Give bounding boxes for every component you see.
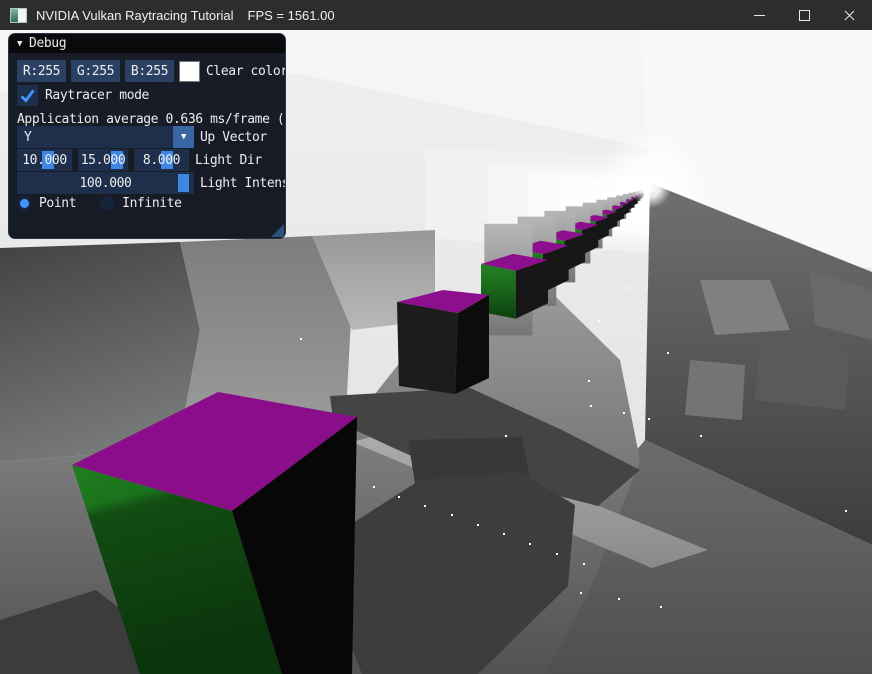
- blue-button[interactable]: B:255: [125, 60, 174, 82]
- up-vector-label: Up Vector: [200, 130, 267, 145]
- panel-header[interactable]: ▼ Debug: [9, 34, 285, 53]
- stats-text: Application average 0.636 ms/frame (15: [17, 112, 286, 127]
- infinite-label: Infinite: [122, 196, 181, 211]
- light-intensity-label: Light Intens: [200, 176, 286, 191]
- checkmark-icon: [19, 87, 36, 104]
- title-bar: NVIDIA Vulkan Raytracing Tutorial FPS = …: [0, 0, 872, 30]
- light-intensity-row: 100.000 Light Intens: [17, 172, 286, 194]
- point-label: Point: [39, 196, 76, 211]
- color-swatch[interactable]: [179, 61, 200, 82]
- green-button[interactable]: G:255: [71, 60, 120, 82]
- panel-title: Debug: [29, 36, 66, 51]
- close-button[interactable]: [827, 0, 872, 30]
- raytracer-row: Raytracer mode: [17, 85, 149, 106]
- fps-counter: FPS = 1561.00: [248, 8, 335, 23]
- clear-color-row: R:255 G:255 B:255 Clear color: [17, 60, 286, 82]
- radio-selected-dot: [20, 199, 29, 208]
- minimize-button[interactable]: [737, 0, 782, 30]
- up-vector-row: Y ▼ Up Vector: [17, 126, 267, 148]
- medium-cube: [397, 290, 489, 394]
- debug-panel: ▼ Debug R:255 G:255 B:255 Clear color Ra…: [8, 33, 286, 239]
- light-dir-field-z[interactable]: 8.000: [134, 149, 189, 171]
- slider-grab[interactable]: [178, 174, 189, 192]
- light-dir-field-x[interactable]: 10.000: [17, 149, 72, 171]
- app-window: NVIDIA Vulkan Raytracing Tutorial FPS = …: [0, 0, 872, 674]
- app-icon: [10, 8, 27, 23]
- combo-arrow-button[interactable]: ▼: [173, 126, 194, 148]
- red-button[interactable]: R:255: [17, 60, 66, 82]
- raytracer-label: Raytracer mode: [45, 88, 149, 103]
- light-type-row: Point Infinite: [17, 196, 182, 211]
- close-icon: [843, 9, 856, 22]
- light-dir-value-z: 8.000: [143, 153, 180, 168]
- maximize-button[interactable]: [782, 0, 827, 30]
- light-dir-value-y: 15.000: [81, 153, 126, 168]
- up-vector-combo[interactable]: Y ▼: [17, 126, 194, 148]
- window-controls: [737, 0, 872, 30]
- combo-value: Y: [24, 130, 31, 145]
- collapse-arrow-icon[interactable]: ▼: [17, 39, 22, 49]
- light-dir-value-x: 10.000: [22, 153, 67, 168]
- radio-point[interactable]: [17, 196, 32, 211]
- combo-arrow-icon: ▼: [181, 132, 186, 142]
- radio-infinite[interactable]: [100, 196, 115, 211]
- clear-color-label: Clear color: [206, 64, 286, 79]
- vanishing-glow: [631, 168, 671, 208]
- window-title: NVIDIA Vulkan Raytracing Tutorial: [36, 8, 234, 23]
- light-intensity-slider[interactable]: 100.000: [17, 172, 194, 194]
- slider-value: 100.000: [80, 176, 132, 191]
- light-dir-field-y[interactable]: 15.000: [78, 149, 128, 171]
- maximize-icon: [799, 10, 810, 21]
- resize-grip[interactable]: [271, 224, 284, 237]
- raytracer-checkbox[interactable]: [17, 85, 38, 106]
- stats-row: Application average 0.636 ms/frame (15: [17, 112, 286, 127]
- minimize-icon: [754, 15, 765, 16]
- light-dir-row: 10.000 15.000 8.000 Light Dir: [17, 149, 262, 171]
- light-dir-label: Light Dir: [195, 153, 262, 168]
